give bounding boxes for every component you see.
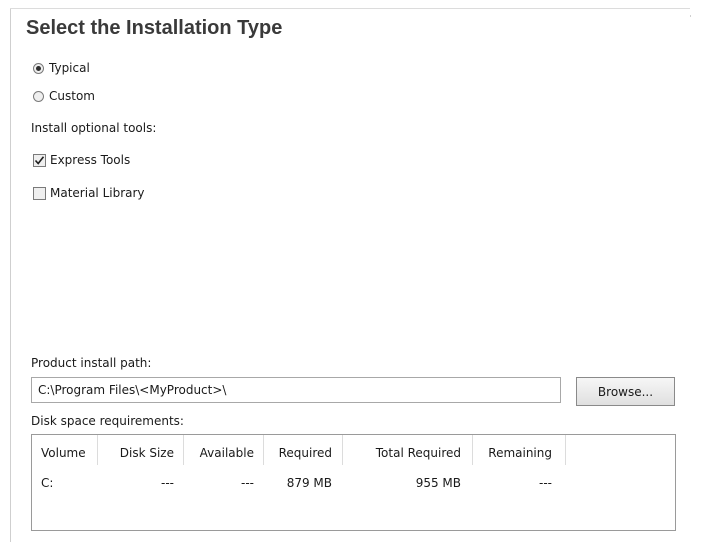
radio-typical-indicator[interactable] [33,62,44,74]
column-header-total-required[interactable]: Total Required [343,446,461,460]
panel-corner-mark [690,15,691,17]
install-path-input[interactable] [31,377,561,403]
column-header-required[interactable]: Required [264,446,332,460]
checkbox-express-tools-box[interactable] [33,153,46,167]
cell-total-required: 955 MB [415,476,461,490]
checkbox-material-library-label[interactable]: Material Library [50,186,145,200]
cell-required: 879 MB [286,476,332,490]
radio-custom-indicator[interactable] [33,90,44,102]
panel-left-border [10,8,11,542]
checkmark-icon [34,155,45,165]
column-header-available[interactable]: Available [184,446,254,460]
column-header-volume[interactable]: Volume [41,446,86,460]
cell-disk-size: --- [161,476,174,490]
optional-tools-heading: Install optional tools: [31,121,157,135]
browse-button[interactable]: Browse... [576,377,675,406]
panel-top-border [10,8,690,9]
disk-space-table: Volume Disk Size Available Required Tota… [31,434,676,531]
table-header: Volume Disk Size Available Required Tota… [32,435,675,465]
checkbox-express-tools-label[interactable]: Express Tools [50,153,130,167]
radio-typical[interactable]: Typical [33,61,90,75]
column-header-disk-size[interactable]: Disk Size [98,446,174,460]
checkbox-material-library-box[interactable] [33,186,46,200]
checkbox-material-library[interactable]: Material Library [33,186,145,200]
radio-typical-label[interactable]: Typical [49,61,90,75]
cell-available: --- [241,476,254,490]
radio-custom-label[interactable]: Custom [49,89,95,103]
disk-space-label: Disk space requirements: [31,414,184,428]
radio-custom[interactable]: Custom [33,89,95,103]
page-title: Select the Installation Type [26,17,283,39]
cell-volume: C: [41,476,54,490]
install-path-label: Product install path: [31,356,152,370]
checkbox-express-tools[interactable]: Express Tools [33,153,130,167]
browse-button-label: Browse... [597,384,654,399]
cell-remaining: --- [539,476,552,490]
column-header-remaining[interactable]: Remaining [473,446,552,460]
